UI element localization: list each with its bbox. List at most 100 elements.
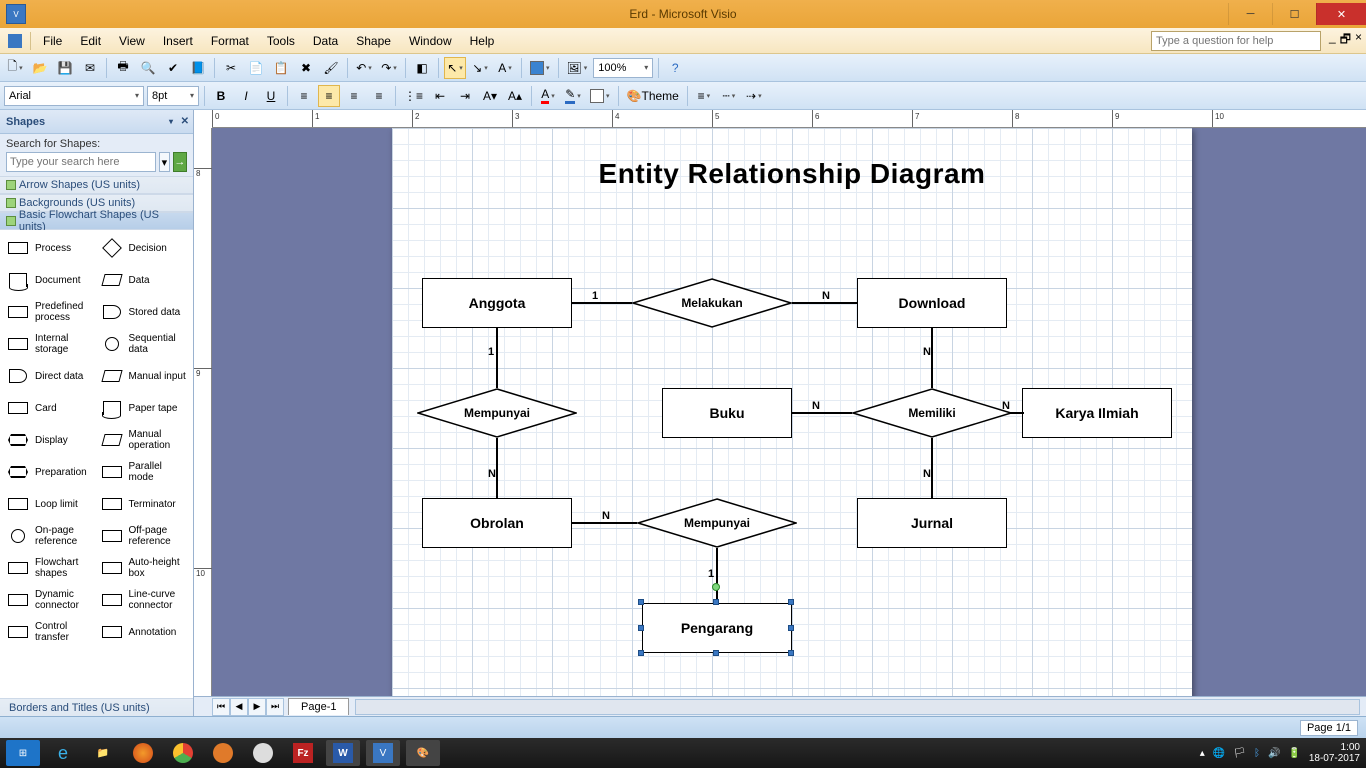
research-button[interactable]: 📘: [187, 57, 209, 79]
paste-button[interactable]: 📋: [270, 57, 292, 79]
line-color-button[interactable]: ✎: [562, 85, 584, 107]
mail-button[interactable]: ✉: [79, 57, 101, 79]
tray-bluetooth-icon[interactable]: ᛒ: [1254, 748, 1260, 759]
shape-gallery-item[interactable]: Stored data: [98, 298, 190, 326]
shape-gallery-item[interactable]: Display: [4, 426, 96, 454]
page-tab-1[interactable]: Page-1: [288, 698, 349, 715]
shapes-button[interactable]: ◧: [411, 57, 433, 79]
shape-gallery-item[interactable]: Parallel mode: [98, 458, 190, 486]
menu-file[interactable]: File: [35, 31, 70, 51]
relation-melakukan[interactable]: Melakukan: [632, 278, 792, 328]
tray-volume-icon[interactable]: 🔊: [1268, 748, 1280, 759]
tab-nav-next[interactable]: ▶: [248, 698, 266, 716]
app-menu-icon[interactable]: [4, 31, 26, 51]
bold-button[interactable]: B: [210, 85, 232, 107]
connector-tool-button[interactable]: ↘: [469, 57, 491, 79]
relation-mempunyai-2[interactable]: Mempunyai: [637, 498, 797, 548]
help-button[interactable]: ?: [664, 57, 686, 79]
entity-karya[interactable]: Karya Ilmiah: [1022, 388, 1172, 438]
line-pattern-button[interactable]: ┄: [718, 85, 740, 107]
redo-button[interactable]: ↷: [378, 57, 400, 79]
entity-anggota[interactable]: Anggota: [422, 278, 572, 328]
align-center-button[interactable]: ≡: [318, 85, 340, 107]
font-combo[interactable]: Arial▾: [4, 86, 144, 106]
menu-window[interactable]: Window: [401, 31, 460, 51]
picture-button[interactable]: 🖼: [564, 57, 591, 79]
entity-download[interactable]: Download: [857, 278, 1007, 328]
shape-gallery-item[interactable]: Annotation: [98, 618, 190, 646]
shape-gallery-item[interactable]: Direct data: [4, 362, 96, 390]
tray-network-icon[interactable]: 🌐: [1213, 748, 1225, 759]
shapes-panel-close-icon[interactable]: ✕: [181, 116, 189, 127]
undo-button[interactable]: ↶: [353, 57, 375, 79]
entity-obrolan[interactable]: Obrolan: [422, 498, 572, 548]
menu-data[interactable]: Data: [305, 31, 346, 51]
shape-gallery-item[interactable]: Dynamic connector: [4, 586, 96, 614]
shape-gallery-item[interactable]: On-page reference: [4, 522, 96, 550]
taskbar-app2-icon[interactable]: [246, 740, 280, 766]
shape-gallery-item[interactable]: Off-page reference: [98, 522, 190, 550]
text-tool-button[interactable]: A: [494, 57, 516, 79]
drawing-page[interactable]: Entity Relationship Diagram Anggota Down…: [392, 128, 1192, 696]
canvas[interactable]: Entity Relationship Diagram Anggota Down…: [212, 128, 1366, 696]
relation-mempunyai-1[interactable]: Mempunyai: [417, 388, 577, 438]
tray-expand-icon[interactable]: ▴: [1200, 748, 1205, 759]
print-button[interactable]: 🖶: [112, 57, 134, 79]
shape-gallery-item[interactable]: Manual input: [98, 362, 190, 390]
menu-help[interactable]: Help: [462, 31, 503, 51]
open-button[interactable]: 📂: [29, 57, 51, 79]
theme-button[interactable]: 🎨 Theme: [624, 85, 682, 107]
stencil-basic-flowchart[interactable]: Basic Flowchart Shapes (US units): [0, 212, 193, 230]
search-shapes-go-button[interactable]: →: [173, 152, 187, 172]
line-weight-button[interactable]: ≡: [693, 85, 715, 107]
taskbar-visio-icon[interactable]: V: [366, 740, 400, 766]
shape-gallery-item[interactable]: Preparation: [4, 458, 96, 486]
taskbar-firefox-icon[interactable]: [126, 740, 160, 766]
entity-pengarang[interactable]: Pengarang: [642, 603, 792, 653]
taskbar-chrome-icon[interactable]: [166, 740, 200, 766]
entity-jurnal[interactable]: Jurnal: [857, 498, 1007, 548]
shape-gallery-item[interactable]: Flowchart shapes: [4, 554, 96, 582]
save-button[interactable]: 💾: [54, 57, 76, 79]
entity-buku[interactable]: Buku: [662, 388, 792, 438]
pointer-tool-button[interactable]: ↖: [444, 57, 466, 79]
cut-button[interactable]: ✂: [220, 57, 242, 79]
format-painter-button[interactable]: 🖌: [320, 57, 342, 79]
close-button[interactable]: ✕: [1316, 3, 1366, 25]
start-button[interactable]: ⊞: [6, 740, 40, 766]
shape-gallery-item[interactable]: Data: [98, 266, 190, 294]
italic-button[interactable]: I: [235, 85, 257, 107]
menu-edit[interactable]: Edit: [72, 31, 109, 51]
justify-button[interactable]: ≡: [368, 85, 390, 107]
menu-format[interactable]: Format: [203, 31, 257, 51]
align-right-button[interactable]: ≡: [343, 85, 365, 107]
shapes-panel-menu-icon[interactable]: ▾: [169, 117, 173, 126]
taskbar-paint-icon[interactable]: 🎨: [406, 740, 440, 766]
tab-nav-last[interactable]: ⏭: [266, 698, 284, 716]
shape-gallery-item[interactable]: Decision: [98, 234, 190, 262]
menu-insert[interactable]: Insert: [155, 31, 201, 51]
bullets-button[interactable]: ⋮≡: [401, 85, 426, 107]
decrease-font-button[interactable]: A▾: [479, 85, 501, 107]
decrease-indent-button[interactable]: ⇤: [429, 85, 451, 107]
menu-tools[interactable]: Tools: [259, 31, 303, 51]
shape-gallery-item[interactable]: Loop limit: [4, 490, 96, 518]
shape-gallery-item[interactable]: Terminator: [98, 490, 190, 518]
minimize-button[interactable]: ─: [1228, 3, 1272, 25]
taskbar-filezilla-icon[interactable]: Fz: [286, 740, 320, 766]
spelling-button[interactable]: ✔: [162, 57, 184, 79]
relation-memiliki[interactable]: Memiliki: [852, 388, 1012, 438]
increase-indent-button[interactable]: ⇥: [454, 85, 476, 107]
tray-flag-icon[interactable]: 🏳: [1233, 748, 1246, 759]
shape-gallery-item[interactable]: Manual operation: [98, 426, 190, 454]
copy-button[interactable]: 📄: [245, 57, 267, 79]
line-ends-button[interactable]: ⇢: [743, 85, 765, 107]
stencil-arrow-shapes[interactable]: Arrow Shapes (US units): [0, 176, 193, 194]
menu-view[interactable]: View: [111, 31, 153, 51]
font-color-button[interactable]: A: [537, 85, 559, 107]
mdi-restore-icon[interactable]: 🗗: [1340, 30, 1351, 51]
mdi-minimize-icon[interactable]: _: [1329, 30, 1336, 51]
mdi-close-icon[interactable]: ×: [1355, 30, 1362, 51]
delete-button[interactable]: ✖: [295, 57, 317, 79]
shape-gallery-item[interactable]: Auto-height box: [98, 554, 190, 582]
